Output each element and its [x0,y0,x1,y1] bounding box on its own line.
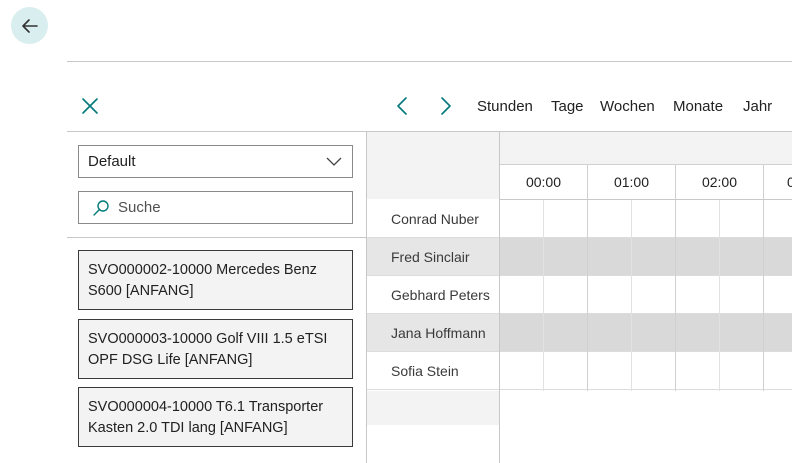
left-panel-divider [67,237,367,238]
hour-header: 00:00 [500,165,588,199]
resource-name: Gebhard Peters [391,286,490,303]
resource-name: Fred Sinclair [391,248,470,265]
resource-empty-area [367,391,499,425]
top-divider [67,61,792,62]
close-icon [82,98,98,114]
timeline-header-top [500,132,792,165]
filter-dropdown[interactable]: Default [78,145,353,178]
chevron-down-icon [326,157,342,166]
close-button[interactable] [80,96,100,116]
half-hour-gridline [719,200,720,391]
chevron-right-icon [441,97,451,115]
resource-row[interactable]: Conrad Nuber [367,200,499,238]
order-card[interactable]: SVO000003-10000 Golf VIII 1.5 eTSI OPF D… [78,319,353,379]
search-placeholder: Suche [118,199,161,216]
resource-row[interactable]: Gebhard Peters [367,276,499,314]
view-year-button[interactable]: Jahr [743,98,772,115]
view-months-button[interactable]: Monate [673,98,723,115]
hour-header: 01:00 [588,165,676,199]
half-hour-gridline [631,200,632,391]
chevron-left-icon [397,97,407,115]
next-period-button[interactable] [437,96,455,116]
search-input[interactable]: Suche [78,191,353,224]
order-card[interactable]: SVO000004-10000 T6.1 Transporter Kasten … [78,387,353,447]
arrow-left-icon [21,18,38,33]
resource-column-header [367,132,499,199]
resource-row[interactable]: Fred Sinclair [367,238,499,276]
half-hour-gridline [543,200,544,391]
resource-row[interactable]: Jana Hoffmann [367,314,499,352]
hour-gridline [587,200,588,391]
resource-row[interactable]: Sofia Stein [367,352,499,390]
filter-selected-value: Default [88,153,136,170]
resource-name: Conrad Nuber [391,210,479,227]
order-card[interactable]: SVO000002-10000 Mercedes Benz S600 [ANFA… [78,250,353,310]
resource-name: Sofia Stein [391,362,459,379]
search-icon [93,199,109,216]
back-button[interactable] [11,7,48,44]
previous-period-button[interactable] [393,96,411,116]
view-weeks-button[interactable]: Wochen [600,98,655,115]
view-hours-button[interactable]: Stunden [477,98,533,115]
hour-gridline [763,200,764,391]
hour-gridline [675,200,676,391]
view-days-button[interactable]: Tage [551,98,584,115]
hour-header: 02:00 [676,165,764,199]
resource-name: Jana Hoffmann [391,324,486,341]
hour-header: 0 [787,174,792,190]
left-panel-top-border [67,131,367,132]
